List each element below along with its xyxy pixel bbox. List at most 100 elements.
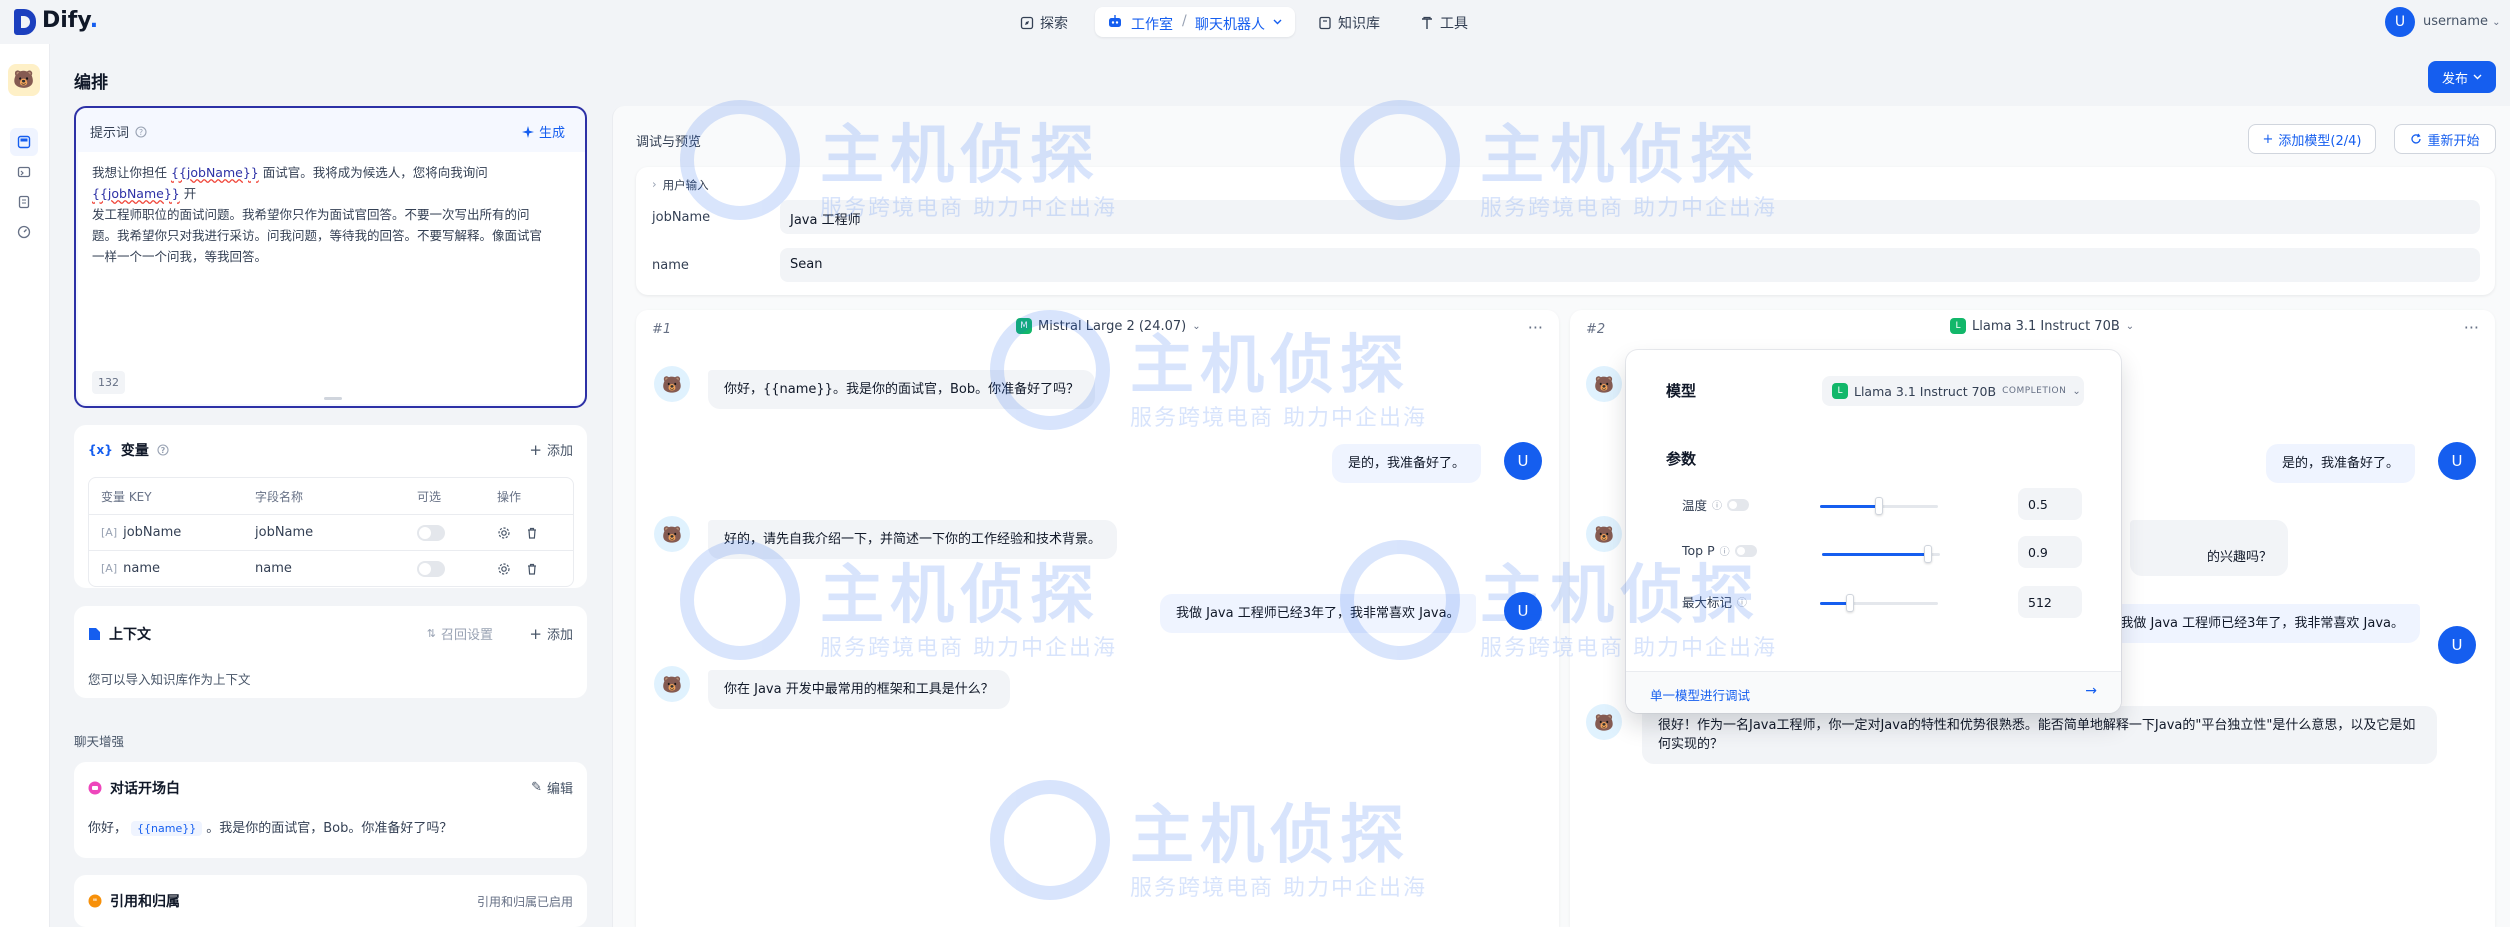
optional-toggle[interactable]	[417, 560, 445, 577]
llama-icon: L	[1832, 383, 1848, 399]
orchestrate-nav-icon[interactable]	[10, 128, 38, 156]
help-icon[interactable]: ?	[157, 444, 169, 456]
plus-icon: +	[529, 440, 542, 459]
optional-toggle[interactable]	[417, 524, 445, 541]
svg-text:?: ?	[161, 446, 166, 455]
generate-button[interactable]: 生成	[521, 122, 565, 141]
book-icon	[1319, 16, 1331, 30]
svg-text:?: ?	[139, 128, 143, 137]
tool-icon	[1422, 16, 1432, 29]
retrieval-settings-button[interactable]: ⇅ 召回设置	[427, 624, 493, 643]
temperature-toggle[interactable]	[1727, 498, 1750, 511]
add-model-button[interactable]: + 添加模型(2/4)	[2248, 124, 2376, 154]
help-icon: ⓘ	[1712, 501, 1723, 512]
bot-message: 很好！作为一名Java工程师，你一定对Java的特性和优势很熟悉。能否简单地解释…	[1642, 706, 2437, 764]
user-message: 我做 Java 工程师已经3年了，我非常喜欢 Java。	[2122, 604, 2420, 643]
user-avatar: U	[2438, 626, 2476, 664]
context-card: 上下文 ⇅ 召回设置 + 添加 您可以导入知识库作为上下文	[74, 606, 587, 698]
text-var-icon: [A]	[101, 562, 118, 575]
bot-message: 你好，{{name}}。我是你的面试官，Bob。你准备好了吗？	[708, 370, 1096, 409]
llama-icon: L	[1950, 318, 1966, 334]
dify-logo-icon[interactable]	[14, 9, 36, 35]
trash-icon[interactable]	[525, 562, 539, 576]
help-icon: ⓘ	[1719, 547, 1730, 558]
restart-button[interactable]: 重新开始	[2394, 124, 2496, 154]
refresh-icon	[2411, 133, 2422, 144]
mistral-icon: M	[1016, 318, 1032, 334]
monitor-nav-icon[interactable]	[10, 218, 38, 246]
max-tokens-slider[interactable]	[1820, 594, 1938, 612]
current-app-name[interactable]: 聊天机器人	[1195, 14, 1265, 34]
char-count: 132	[92, 371, 125, 394]
single-model-debug-link[interactable]: 单一模型进行调试 →	[1626, 671, 2121, 713]
user-avatar: U	[1504, 592, 1542, 630]
robot-icon	[1109, 15, 1121, 27]
chevron-down-icon[interactable]	[1273, 19, 1282, 25]
model-selector-2[interactable]: L Llama 3.1 Instruct 70B ⌄	[1950, 318, 2134, 334]
more-icon[interactable]: ···	[2464, 318, 2479, 337]
gear-icon[interactable]	[497, 562, 511, 576]
bot-avatar: 🐻	[1586, 366, 1622, 402]
arrow-right-icon: →	[2085, 683, 2097, 699]
context-empty-text: 您可以导入知识库作为上下文	[88, 672, 251, 687]
opener-text: 你好， {{name}} 。我是你的面试官，Bob。你准备好了吗？	[88, 821, 453, 836]
popover-model-selector[interactable]: L Llama 3.1 Instruct 70B COMPLETION ⌄	[1822, 376, 2084, 406]
svg-text:": "	[93, 898, 98, 908]
user-menu[interactable]: username ⌄	[2423, 14, 2501, 29]
doc-icon	[89, 628, 100, 640]
variables-card: {x} 变量 ? + 添加 变量 KEY 字段名称 可选 操作 [A] jobNam…	[74, 425, 587, 588]
publish-button[interactable]: 发布	[2428, 61, 2496, 93]
plus-icon: +	[529, 624, 542, 643]
add-context-button[interactable]: + 添加	[529, 624, 573, 644]
bot-message: 你在 Java 开发中最常用的框架和工具是什么？	[708, 670, 1010, 709]
top-p-input[interactable]: 0.9	[2018, 536, 2082, 568]
bot-message: 的兴趣吗？	[2130, 520, 2288, 576]
gear-icon[interactable]	[497, 526, 511, 540]
model-column-1: #1 M Mistral Large 2 (24.07) ⌄ ··· 🐻 你好，{…	[636, 310, 1559, 927]
bot-message: 好的，请先自我介绍一下，并简述一下你的工作经验和技术背景。	[708, 520, 1118, 559]
model-selector-1[interactable]: M Mistral Large 2 (24.07) ⌄	[1016, 318, 1201, 334]
max-tokens-input[interactable]: 512	[2018, 586, 2082, 618]
user-avatar: U	[1504, 442, 1542, 480]
user-message: 是的，我准备好了。	[2266, 444, 2416, 483]
variables-table: 变量 KEY 字段名称 可选 操作 [A] jobName jobName [A]…	[88, 477, 574, 587]
jobname-input[interactable]: Java 工程师	[780, 200, 2480, 234]
table-header: 变量 KEY 字段名称 可选 操作	[101, 489, 522, 504]
top-p-slider[interactable]	[1822, 545, 1940, 563]
logs-nav-icon[interactable]	[10, 188, 38, 216]
prompt-textarea[interactable]: 我想让你担任 {{jobName}} 面试官。我将成为候选人，您将向我询问 {{…	[78, 152, 585, 404]
table-row: [A] jobName jobName	[89, 514, 573, 550]
citation-card: " 引用和归属 引用和归属已启用	[74, 875, 587, 927]
help-icon: ⓘ	[1737, 598, 1748, 609]
more-icon[interactable]: ···	[1528, 318, 1543, 337]
app-avatar[interactable]: 🐻	[8, 64, 40, 96]
user-avatar[interactable]: U	[2385, 7, 2415, 37]
edit-opener-button[interactable]: ✎ 编辑	[531, 778, 573, 797]
trash-icon[interactable]	[525, 526, 539, 540]
user-message: 是的，我准备好了。	[1332, 444, 1482, 483]
bot-avatar: 🐻	[654, 666, 690, 702]
plus-icon: +	[2262, 131, 2274, 147]
citation-status: 引用和归属已启用	[476, 895, 573, 909]
prompt-editor-card: 提示词 ? 生成 我想让你担任 {{jobName}} 面试官。我将成为候选人，…	[74, 106, 587, 408]
text-var-icon: [A]	[101, 526, 118, 539]
temperature-input[interactable]: 0.5	[2018, 488, 2082, 520]
app-logo[interactable]: Dify.	[42, 8, 98, 33]
user-input-toggle[interactable]: › 用户输入	[652, 177, 709, 193]
name-input[interactable]: Sean	[780, 248, 2480, 282]
prompt-title: 提示词	[90, 126, 130, 141]
pencil-icon: ✎	[531, 780, 542, 795]
top-p-toggle[interactable]	[1734, 544, 1757, 557]
nav-explore[interactable]: 探索	[1020, 11, 1068, 35]
user-input-card: › 用户输入 jobName Java 工程师 name Sean	[636, 167, 2495, 295]
help-icon[interactable]: ?	[135, 125, 147, 138]
nav-studio[interactable]: 工作室 / 聊天机器人	[1095, 7, 1295, 37]
add-variable-button[interactable]: + 添加	[529, 440, 573, 460]
bot-avatar: 🐻	[1586, 704, 1622, 740]
nav-knowledge[interactable]: 知识库	[1318, 11, 1380, 35]
temperature-slider[interactable]	[1820, 497, 1938, 515]
nav-tools[interactable]: 工具	[1420, 11, 1468, 35]
bot-avatar: 🐻	[1586, 516, 1622, 552]
resize-handle[interactable]	[324, 397, 342, 400]
api-nav-icon[interactable]	[10, 158, 38, 186]
